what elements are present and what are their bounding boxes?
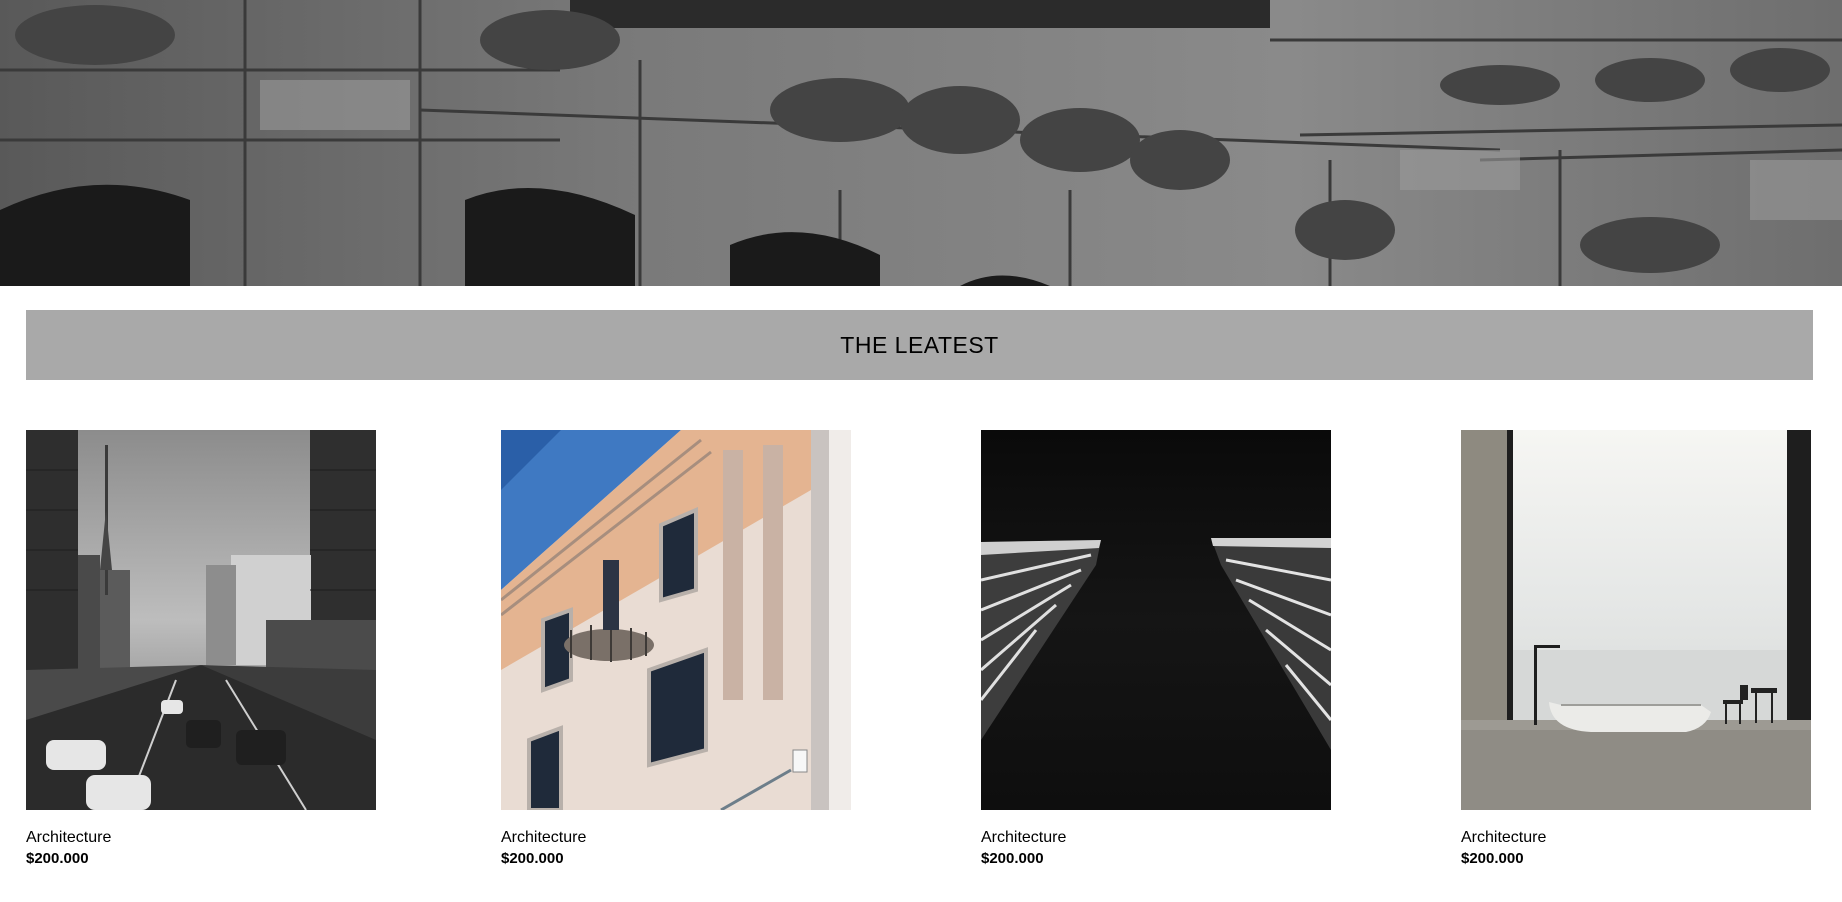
section-title: THE LEATEST	[840, 331, 999, 358]
product-category[interactable]: Architecture	[501, 828, 851, 848]
product-category[interactable]: Architecture	[26, 828, 376, 848]
product-category[interactable]: Architecture	[1461, 828, 1811, 848]
product-price: $200.000	[981, 850, 1044, 867]
product-price: $200.000	[501, 850, 564, 867]
product-price: $200.000	[1461, 850, 1524, 867]
product-category[interactable]: Architecture	[981, 828, 1331, 848]
product-card[interactable]: Architecture $200.000	[501, 430, 851, 870]
page: THE LEATEST Architecture $200.000 Archit…	[0, 0, 1842, 902]
hero-image	[0, 0, 1842, 286]
product-image[interactable]	[501, 430, 851, 810]
product-image[interactable]	[981, 430, 1331, 810]
product-price: $200.000	[26, 850, 89, 867]
product-card[interactable]: Architecture $200.000	[1461, 430, 1811, 870]
product-card[interactable]: Architecture $200.000	[981, 430, 1331, 870]
product-image[interactable]	[1461, 430, 1811, 810]
product-card[interactable]: Architecture $200.000	[26, 430, 376, 870]
product-image[interactable]	[26, 430, 376, 810]
section-banner: THE LEATEST	[26, 310, 1813, 380]
